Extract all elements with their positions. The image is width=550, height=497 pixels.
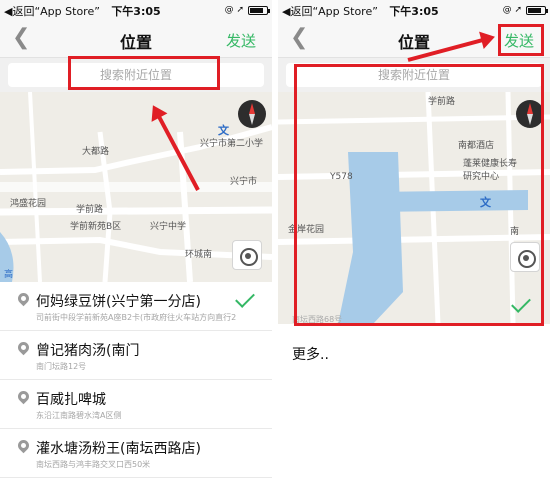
place-title: 何妈绿豆饼(兴宁第一分店): [36, 294, 201, 310]
location-pin-icon: [15, 388, 32, 405]
place-title: 百威扎啤城: [36, 392, 106, 408]
map-label-garden: 鸿盛花园: [10, 199, 47, 209]
place-list: 何妈绿豆饼(兴宁第一分店) 司前街中段学前新苑A座B2卡(市政府往火车站方向直行…: [0, 282, 272, 478]
status-bar: ◀返回“App Store” 下午3:05 @ ➚: [0, 0, 272, 20]
list-item-place-2[interactable]: 曾记猪肉汤(南门 南门坛路12号: [0, 331, 272, 380]
map-view[interactable]: 大都路 兴宁市第二小学 文 鸿盛花园 学前路 学前新苑B区 兴宁中学 环城南 兴…: [0, 92, 272, 282]
location-arrow-icon: @ ➚: [502, 5, 522, 15]
status-bar: ◀返回“App Store” 下午3:05 @ ➚: [278, 0, 550, 20]
place-subtitle: 司前街中段学前新苑A座B2卡(市政府往火车站方向直行2…: [36, 313, 236, 322]
send-button[interactable]: 发送: [226, 30, 256, 51]
annotation-box-search: [68, 56, 220, 90]
map-label-road: 大都路: [82, 147, 110, 157]
status-icons: @ ➚: [502, 4, 548, 16]
map-label-xueqian: 学前路: [76, 205, 104, 215]
check-icon: [235, 288, 255, 308]
map-label-city: 兴宁市: [230, 177, 258, 187]
phone-screen-left: ◀返回“App Store” 下午3:05 @ ➚ ❮ 位置 发送 搜索附近位置…: [0, 0, 272, 497]
location-pin-icon: [15, 339, 32, 356]
locate-button[interactable]: [232, 240, 262, 270]
map-label-wen: 文: [218, 124, 229, 137]
location-pin-icon: [15, 437, 32, 454]
more-link[interactable]: 更多..: [292, 344, 329, 364]
list-item-place-3[interactable]: 百威扎啤城 东沿江南路碧水湾A区侧: [0, 380, 272, 429]
place-subtitle: 南门坛路12号: [36, 362, 87, 371]
map-label-middle-school: 兴宁中学: [150, 222, 187, 232]
battery-icon: [526, 6, 548, 15]
list-item-place-1[interactable]: 何妈绿豆饼(兴宁第一分店) 司前街中段学前新苑A座B2卡(市政府往火车站方向直行…: [0, 282, 272, 331]
nav-bar: ❮ 位置 发送: [0, 20, 272, 58]
place-title: 曾记猪肉汤(南门: [36, 343, 140, 359]
battery-icon: [248, 6, 270, 15]
compass-icon[interactable]: [238, 100, 266, 128]
map-label-xinyuan: 学前新苑B区: [70, 222, 122, 232]
location-arrow-icon: @ ➚: [224, 5, 244, 15]
phone-screen-right: ◀返回“App Store” 下午3:05 @ ➚ ❮ 位置 发送 搜索附近位置…: [278, 0, 550, 497]
place-title: 灌水塘汤粉王(南坛西路店): [36, 441, 201, 457]
status-icons: @ ➚: [224, 4, 270, 16]
annotation-box-send: [498, 24, 544, 56]
map-label-ring-road: 环城南: [185, 250, 213, 260]
map-label-school: 兴宁市第二小学: [200, 139, 264, 149]
annotation-box-map: [294, 64, 544, 326]
location-pin-icon: [15, 290, 32, 307]
place-subtitle: 东沿江南路碧水湾A区侧: [36, 411, 122, 420]
place-subtitle: 南坛西路与鸿丰路交叉口西50米: [36, 460, 151, 469]
map-label-gao: 高: [4, 270, 14, 280]
list-item-place-4[interactable]: 灌水塘汤粉王(南坛西路店) 南坛西路与鸿丰路交叉口西50米: [0, 429, 272, 478]
